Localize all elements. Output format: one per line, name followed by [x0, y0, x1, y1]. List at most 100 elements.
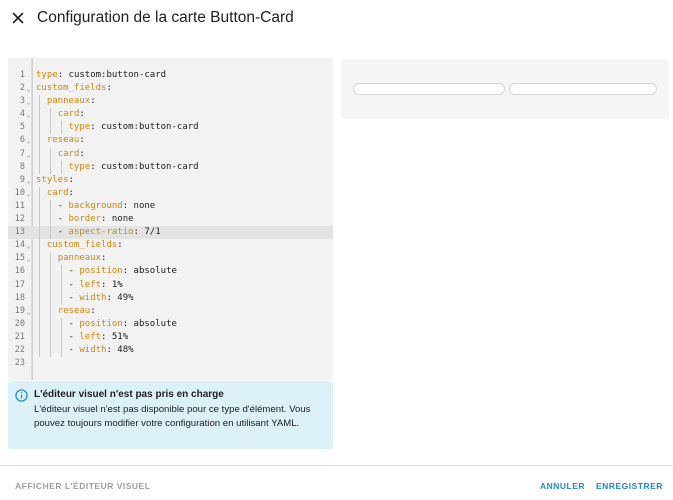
line-number: 23: [14, 358, 25, 369]
code-line[interactable]: 6 ⌄ reseau:: [8, 134, 333, 148]
yaml-value: :: [101, 253, 107, 264]
code-text: custom_fields:: [36, 82, 112, 95]
yaml-value: : custom:button-card: [90, 161, 199, 172]
info-alert: L'éditeur visuel n'est pas pris en charg…: [8, 381, 333, 449]
code-line[interactable]: 11 - background: none: [8, 199, 333, 214]
line-number: 22: [14, 344, 25, 355]
indent-guide: [50, 108, 52, 122]
line-number: 14: [14, 240, 25, 251]
code-text: panneaux:: [36, 252, 107, 265]
code-line[interactable]: 2 ⌄ custom_fields:: [8, 82, 333, 95]
code-line[interactable]: 4 ⌄ card:: [8, 108, 333, 122]
indent-guide: [39, 278, 41, 292]
code-indent: -: [36, 266, 80, 277]
code-line[interactable]: 8 type: custom:button-card: [8, 160, 333, 174]
indent-guide: [50, 121, 52, 135]
info-icon: [15, 389, 28, 402]
line-number: 6: [19, 135, 25, 146]
code-text: - position: absolute: [36, 265, 177, 278]
yaml-code-editor[interactable]: 1 type: custom:button-card 2 ⌄ custom_fields…: [8, 58, 333, 380]
yaml-key: reseau: [46, 135, 80, 146]
code-line[interactable]: 13 - aspect-ratio: 7/1: [8, 226, 333, 240]
code-line[interactable]: 3 ⌄ panneaux:: [8, 95, 333, 109]
code-text: card:: [36, 108, 85, 121]
line-number: 10: [14, 187, 25, 198]
indent-guide: [39, 186, 41, 200]
code-line[interactable]: 15 ⌄ panneaux:: [8, 252, 333, 266]
code-line[interactable]: 14 ⌄ custom_fields:: [8, 239, 333, 253]
code-line[interactable]: 16 - position: absolute: [8, 265, 333, 279]
cancel-button[interactable]: ANNULER: [540, 481, 585, 491]
line-number: 18: [14, 292, 25, 303]
indent-guide: [39, 304, 41, 318]
line-number: 20: [14, 318, 25, 329]
code-text: - background: none: [36, 200, 156, 213]
yaml-key: position: [79, 266, 123, 277]
yaml-value: : custom:button-card: [90, 122, 199, 133]
line-number: 17: [14, 279, 25, 290]
line-number: 16: [14, 266, 25, 277]
code-indent: -: [36, 331, 80, 342]
code-indent: -: [36, 292, 80, 303]
yaml-value: : none: [122, 200, 156, 211]
indent-guide: [61, 160, 63, 174]
footer-divider: [0, 465, 673, 466]
code-line[interactable]: 22 - width: 48%: [8, 343, 333, 358]
indent-guide: [50, 330, 52, 344]
yaml-value: :: [90, 96, 96, 107]
indent-guide: [61, 265, 63, 279]
code-line[interactable]: 1 type: custom:button-card: [8, 69, 333, 82]
code-line[interactable]: 17 - left: 1%: [8, 278, 333, 292]
close-icon: [12, 12, 24, 24]
yaml-key: border: [68, 214, 102, 225]
indent-guide: [50, 147, 52, 161]
code-indent: -: [36, 318, 80, 329]
code-line[interactable]: 10 ⌄ card:: [8, 186, 333, 200]
yaml-key: width: [79, 292, 107, 303]
code-indent: -: [36, 279, 80, 290]
yaml-key: type: [36, 70, 58, 80]
close-button[interactable]: [8, 8, 28, 28]
code-text: type: custom:button-card: [36, 69, 166, 82]
yaml-value: : 51%: [101, 331, 129, 342]
indent-guide: [61, 278, 63, 292]
show-visual-editor-button[interactable]: AFFICHER L'ÉDITEUR VISUEL: [15, 481, 150, 491]
yaml-value: : absolute: [122, 318, 177, 329]
indent-guide: [50, 343, 52, 358]
code-line[interactable]: 23: [8, 357, 333, 370]
code-text: - left: 1%: [36, 279, 123, 292]
indent-guide: [50, 252, 52, 266]
yaml-value: : 1%: [101, 279, 123, 290]
code-line[interactable]: 19 ⌄ reseau:: [8, 304, 333, 318]
code-line[interactable]: 18 - width: 49%: [8, 291, 333, 305]
indent-guide: [39, 199, 41, 214]
code-line[interactable]: 12 - border: none: [8, 213, 333, 227]
card-preview: [341, 59, 669, 119]
code-line[interactable]: 9 ⌄ styles:: [8, 174, 333, 187]
line-number: 15: [14, 253, 25, 264]
yaml-value: : absolute: [122, 266, 177, 277]
indent-guide: [39, 160, 41, 174]
indent-guide: [39, 252, 41, 266]
indent-guide: [50, 278, 52, 292]
yaml-key: reseau: [57, 305, 91, 316]
dialog-header: Configuration de la carte Button-Card: [0, 0, 673, 38]
code-line[interactable]: 21 - left: 51%: [8, 330, 333, 344]
yaml-key: custom_fields: [46, 240, 118, 251]
indent-guide: [39, 291, 41, 305]
line-number: 9: [19, 174, 25, 185]
code-line[interactable]: 5 type: custom:button-card: [8, 121, 333, 135]
indent-guide: [39, 226, 41, 240]
code-line[interactable]: 20 - position: absolute: [8, 317, 333, 331]
code-line[interactable]: 7 ⌄ card:: [8, 147, 333, 161]
code-indent: -: [36, 214, 69, 225]
yaml-value: : 7/1: [133, 227, 161, 238]
indent-guide: [39, 95, 41, 109]
code-indent: -: [36, 344, 80, 355]
yaml-value: :: [68, 174, 74, 185]
save-button[interactable]: ENREGISTRER: [596, 481, 663, 491]
